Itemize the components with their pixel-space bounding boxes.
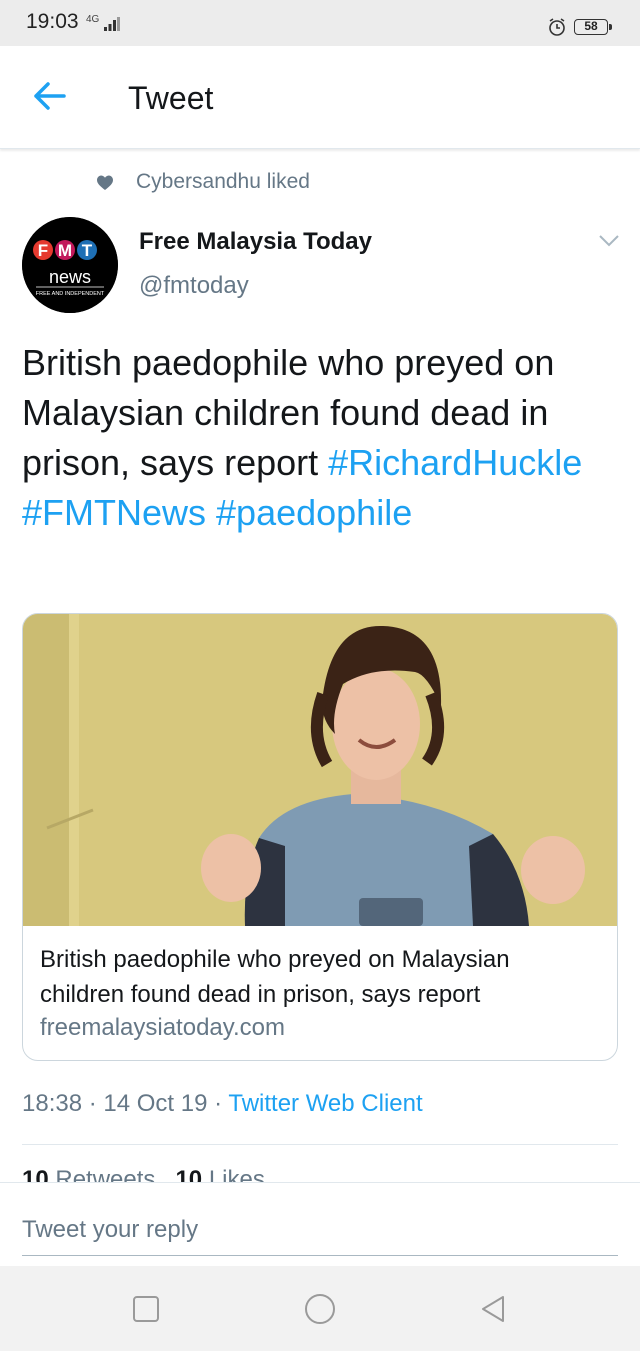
network-type: 4G — [86, 14, 100, 25]
tweet-date: 14 Oct 19 — [103, 1090, 208, 1117]
author-handle[interactable]: @fmtoday — [139, 272, 249, 300]
reply-bar — [0, 1182, 640, 1267]
hashtag-fmtnews[interactable]: #FMTNews — [22, 492, 206, 533]
avatar[interactable]: F M T news FREE AND INDEPENDENT — [22, 217, 118, 313]
meta-separator-2: · — [207, 1090, 229, 1117]
circle-icon[interactable] — [303, 1292, 337, 1326]
arrow-left-icon — [34, 82, 66, 110]
card-image — [23, 614, 617, 926]
page-title: Tweet — [128, 80, 214, 116]
alarm-clock-icon — [549, 18, 565, 36]
fmt-news-logo: F M T news FREE AND INDEPENDENT — [22, 217, 118, 313]
link-card[interactable]: British paedophile who preyed on Malaysi… — [22, 613, 618, 1061]
meta-separator: · — [82, 1090, 104, 1117]
likes-label: Likes — [208, 1166, 265, 1182]
battery-tip — [609, 24, 612, 30]
svg-text:F: F — [38, 241, 48, 260]
battery-indicator: 58 — [574, 19, 608, 35]
svg-text:news: news — [49, 267, 91, 287]
status-bar: 19:03 4G 58 — [0, 0, 640, 46]
tweet-time: 18:38 — [22, 1090, 83, 1117]
triangle-back-icon[interactable] — [477, 1292, 511, 1326]
card-domain: freemalaysiatoday.com — [40, 1014, 285, 1041]
top-app-bar: Tweet — [0, 46, 640, 149]
system-nav-bar — [0, 1266, 640, 1351]
retweets-label: Retweets — [55, 1166, 156, 1182]
hashtag-richardhuckle[interactable]: #RichardHuckle — [328, 442, 582, 483]
tweet-meta: 18:38 · 14 Oct 19 · Twitter Web Client — [22, 1090, 423, 1118]
svg-text:FREE AND INDEPENDENT: FREE AND INDEPENDENT — [36, 291, 105, 297]
square-icon[interactable] — [129, 1292, 163, 1326]
svg-text:M: M — [58, 241, 72, 260]
tweet-text: British paedophile who preyed on Malaysi… — [22, 338, 618, 538]
retweets-count: 10 — [22, 1166, 49, 1182]
likes-count: 10 — [175, 1166, 203, 1182]
reply-input[interactable] — [22, 1205, 618, 1256]
chevron-down-icon[interactable] — [598, 234, 620, 248]
social-context-label: Cybersandhu liked — [136, 170, 310, 193]
divider — [22, 1144, 618, 1145]
heart-icon — [97, 175, 113, 190]
tweet-stats[interactable]: 10 Retweets 10 Likes — [22, 1166, 265, 1182]
card-title: British paedophile who preyed on Malaysi… — [40, 946, 510, 1008]
status-time: 19:03 — [26, 10, 79, 33]
back-button[interactable] — [30, 80, 70, 112]
signal-bars-icon — [104, 17, 120, 31]
hashtag-paedophile[interactable]: #paedophile — [216, 492, 412, 533]
author-name[interactable]: Free Malaysia Today — [139, 228, 372, 256]
tweet-client-link[interactable]: Twitter Web Client — [228, 1090, 422, 1117]
svg-text:T: T — [82, 241, 93, 260]
